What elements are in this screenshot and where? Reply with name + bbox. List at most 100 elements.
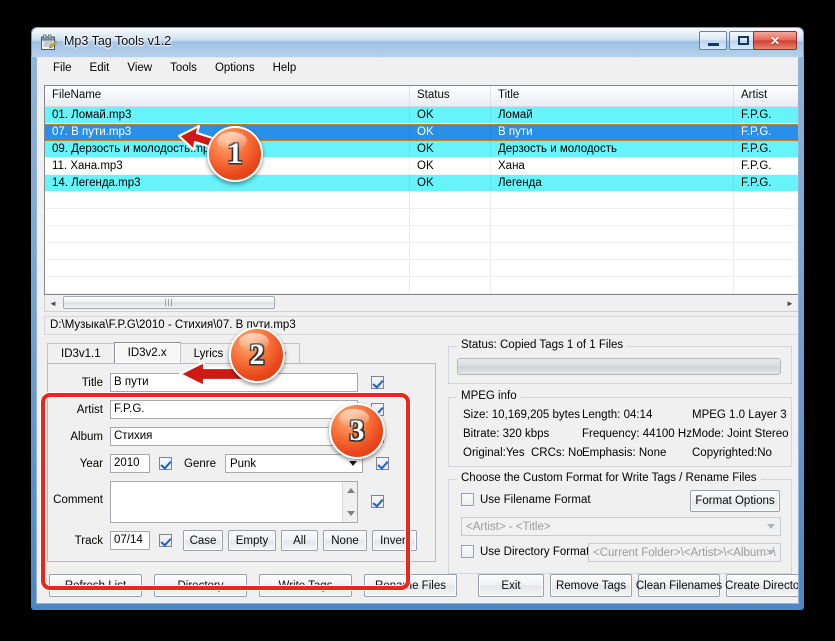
menu-item-options[interactable]: Options xyxy=(206,60,264,76)
use-directory-format-label: Use Directory Format xyxy=(480,546,589,558)
use-filename-format-label: Use Filename Format xyxy=(480,494,591,506)
current-file-path: D:\Музыка\F.P.G\2010 - Стихия\07. В пути… xyxy=(44,316,799,335)
invert-button[interactable]: Invert xyxy=(372,530,417,551)
scroll-left-icon[interactable]: ◄ xyxy=(45,295,61,311)
cell-empty xyxy=(45,277,410,294)
empty-button[interactable]: Empty xyxy=(228,530,276,551)
table-row-empty[interactable] xyxy=(45,243,798,260)
cell-empty xyxy=(45,294,410,295)
tab-id3v2[interactable]: ID3v2.x xyxy=(114,342,181,364)
track-checkbox[interactable] xyxy=(159,534,172,547)
client-area: File Edit View Tools Options Help FileNa… xyxy=(36,57,799,604)
cell-empty xyxy=(410,209,491,226)
scrollbar-track[interactable]: ||| xyxy=(61,295,782,311)
status-group: Status: Copied Tags 1 of 1 Files xyxy=(448,346,792,384)
mpeg-size: Size: 10,169,205 bytes xyxy=(463,409,580,421)
cell-empty xyxy=(491,243,734,260)
table-row[interactable]: 07. В пути.mp3OKВ путиF.P.G. xyxy=(45,124,798,141)
title-checkbox[interactable] xyxy=(371,376,384,389)
track-input[interactable]: 07/14 xyxy=(110,531,150,550)
column-header-status[interactable]: Status xyxy=(410,86,491,106)
close-button[interactable]: ✕ xyxy=(753,31,797,50)
table-row-empty[interactable] xyxy=(45,277,798,294)
cell-empty xyxy=(734,277,798,294)
table-row-empty[interactable] xyxy=(45,226,798,243)
cell-empty xyxy=(45,192,410,209)
table-row-empty[interactable] xyxy=(45,209,798,226)
artist-field-label: Artist xyxy=(48,404,110,416)
genre-value: Punk xyxy=(230,458,256,470)
create-directory-button[interactable]: Create Directory xyxy=(726,574,799,597)
menu-item-view[interactable]: View xyxy=(118,60,161,76)
case-button[interactable]: Case xyxy=(183,530,223,551)
directory-format-value: <Current Folder>\<Artist>\<Album>\ xyxy=(593,547,776,559)
menu-bar: File Edit View Tools Options Help xyxy=(37,58,798,79)
format-options-button[interactable]: Format Options xyxy=(690,490,780,512)
directory-format-select[interactable]: <Current Folder>\<Artist>\<Album>\ xyxy=(588,543,781,562)
minimize-button[interactable] xyxy=(699,31,727,50)
column-header-filename[interactable]: FileName xyxy=(45,86,410,106)
table-row[interactable]: 01. Ломай.mp3OKЛомайF.P.G. xyxy=(45,107,798,124)
comment-scrollbar[interactable] xyxy=(342,482,357,522)
cell-status: OK xyxy=(410,141,491,158)
cell-artist: F.P.G. xyxy=(734,107,798,124)
use-filename-format-checkbox[interactable] xyxy=(461,493,474,506)
menu-item-tools[interactable]: Tools xyxy=(161,60,206,76)
write-tags-button[interactable]: Write Tags xyxy=(259,574,352,597)
tab-id3v1[interactable]: ID3v1.1 xyxy=(47,343,115,364)
table-row[interactable]: 11. Хана.mp3OKХанаF.P.G. xyxy=(45,158,798,175)
file-list-hscrollbar[interactable]: ◄ ||| ► xyxy=(44,295,799,312)
column-header-artist[interactable]: Artist xyxy=(734,86,798,106)
comment-input[interactable] xyxy=(110,481,358,523)
mpeg-info-title: MPEG info xyxy=(457,390,521,402)
cell-empty xyxy=(734,260,798,277)
genre-select[interactable]: Punk xyxy=(225,454,363,473)
filename-format-select[interactable]: <Artist> - <Title> xyxy=(461,517,781,536)
cell-empty xyxy=(491,294,734,295)
year-checkbox[interactable] xyxy=(159,457,172,470)
menu-item-file[interactable]: File xyxy=(44,60,81,76)
refresh-list-button[interactable]: Refresh List xyxy=(49,574,142,597)
comment-field-label: Comment xyxy=(48,481,110,506)
cell-status: OK xyxy=(410,124,491,141)
scrollbar-thumb[interactable]: ||| xyxy=(63,296,275,309)
cell-empty xyxy=(45,243,410,260)
all-button[interactable]: All xyxy=(281,530,318,551)
artist-input[interactable]: F.P.G. xyxy=(110,400,358,419)
scroll-down-icon[interactable] xyxy=(347,511,355,516)
title-bar[interactable]: Mp3 Tag Tools v1.2 ✕ xyxy=(31,27,804,57)
mpeg-original: Original:Yes xyxy=(463,447,525,459)
cell-status: OK xyxy=(410,107,491,124)
table-row[interactable]: 09. Дерзость и молодость.mp3OKДерзость и… xyxy=(45,141,798,158)
clean-filenames-button[interactable]: Clean Filenames xyxy=(638,574,720,597)
genre-checkbox[interactable] xyxy=(376,457,389,470)
table-row-empty[interactable] xyxy=(45,260,798,277)
cell-empty xyxy=(734,243,798,260)
track-field-label: Track xyxy=(48,535,110,547)
exit-button[interactable]: Exit xyxy=(478,574,544,597)
none-button[interactable]: None xyxy=(323,530,367,551)
app-notepad-icon xyxy=(40,34,57,51)
use-directory-format-checkbox[interactable] xyxy=(461,545,474,558)
mpeg-frequency: Frequency: 44100 Hz xyxy=(582,428,692,440)
cell-empty xyxy=(491,209,734,226)
remove-tags-button[interactable]: Remove Tags xyxy=(550,574,632,597)
year-input[interactable]: 2010 xyxy=(110,454,150,473)
file-list[interactable]: FileName Status Title Artist 01. Ломай.m… xyxy=(44,85,799,295)
cell-artist: F.P.G. xyxy=(734,175,798,192)
rename-files-button[interactable]: Rename Files xyxy=(364,574,457,597)
cell-empty xyxy=(734,192,798,209)
album-input[interactable]: Стихия xyxy=(110,427,358,446)
scroll-up-icon[interactable] xyxy=(347,488,355,493)
menu-item-edit[interactable]: Edit xyxy=(81,60,119,76)
scroll-right-icon[interactable]: ► xyxy=(782,295,798,311)
menu-item-help[interactable]: Help xyxy=(264,60,306,76)
cell-empty xyxy=(734,209,798,226)
table-row[interactable]: 14. Легенда.mp3OKЛегендаF.P.G. xyxy=(45,175,798,192)
directory-button[interactable]: Directory xyxy=(154,574,247,597)
cell-empty xyxy=(491,226,734,243)
cell-status: OK xyxy=(410,158,491,175)
column-header-title[interactable]: Title xyxy=(491,86,734,106)
table-row-empty[interactable] xyxy=(45,192,798,209)
comment-checkbox[interactable] xyxy=(371,495,384,508)
